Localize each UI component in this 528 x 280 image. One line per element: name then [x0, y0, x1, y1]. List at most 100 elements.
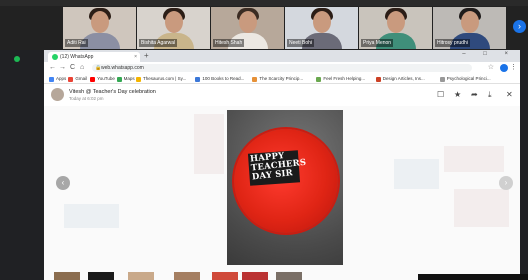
participant-name: Hitesh Shah [213, 39, 245, 47]
participant-strip: Aditi Rai Bishita Agarwal Hitesh Shah Ne… [0, 0, 528, 50]
profile-avatar[interactable] [500, 64, 508, 72]
participant-name: Aditi Rai [65, 39, 88, 47]
bookmark-label: Design Articles, Ins... [382, 76, 425, 81]
media-thumbnail[interactable] [174, 272, 200, 280]
bookmark-icon [439, 77, 445, 82]
screen: Aditi Rai Bishita Agarwal Hitesh Shah Ne… [0, 0, 528, 280]
bookmark-icon [68, 77, 74, 82]
self-view [418, 274, 528, 280]
caption-icon[interactable]: ☐ [437, 90, 444, 99]
bookmark-item[interactable]: The Scarcity Princip... [252, 75, 303, 83]
bookmark-label: Maps [123, 76, 135, 81]
bookmark-item[interactable]: 100 Books to Read... [195, 75, 244, 83]
bookmark-label: Thesaurus.com | Sy... [143, 76, 187, 81]
media-thumbnail[interactable] [242, 272, 268, 280]
bookmark-item[interactable]: Maps [116, 75, 135, 83]
home-icon[interactable]: ⌂ [80, 64, 84, 71]
bookmark-star-icon[interactable]: ☆ [488, 63, 494, 71]
participant-face [90, 11, 109, 33]
reload-icon[interactable]: C [70, 64, 75, 71]
participant-face [164, 11, 183, 33]
participant-tile[interactable]: Bishita Agarwal [137, 7, 210, 49]
forward-icon[interactable]: ➦ [471, 90, 478, 99]
background-blur [394, 159, 439, 189]
tab-close-icon[interactable]: × [134, 52, 137, 62]
bookmark-icon [316, 77, 322, 82]
back-icon[interactable]: ← [49, 64, 56, 71]
background-blur [194, 114, 224, 174]
next-media-button[interactable]: › [499, 176, 513, 190]
media-thumbnail[interactable] [128, 272, 154, 280]
bookmark-item[interactable]: Feel Fresh Helping... [316, 75, 365, 83]
participant-tile[interactable]: Hitrosy prudhi [433, 7, 506, 49]
star-icon[interactable]: ★ [454, 90, 461, 99]
bookmark-label: Feel Fresh Helping... [323, 76, 366, 81]
bookmark-icon [116, 77, 122, 82]
participant-face [238, 11, 257, 33]
media-thumbnail[interactable] [88, 272, 114, 280]
participant-face [312, 11, 331, 33]
bookmark-item[interactable]: Apps [49, 75, 66, 83]
bookmark-icon [49, 77, 54, 82]
lock-icon: 🔒 [95, 65, 102, 71]
bookmark-icon [195, 77, 201, 82]
background-blur [454, 189, 509, 227]
bookmark-label: 100 Books to Read... [202, 76, 245, 81]
participant-tile[interactable]: Aditi Rai [63, 7, 136, 49]
url-bar: ← → C ⌂ 🔒 web.whatsapp.com ☆ ⋮ [44, 62, 520, 74]
bookmark-item[interactable]: YouTube [90, 75, 115, 83]
media-thumbnail[interactable] [276, 272, 302, 280]
participant-face [460, 11, 479, 33]
bookmark-label: The Scarcity Princip... [259, 76, 304, 81]
sender-avatar[interactable] [51, 88, 64, 101]
bookmark-label: YouTube [97, 76, 115, 81]
participant-tile[interactable]: Neeti Bohi [285, 7, 358, 49]
whatsapp-icon [52, 54, 58, 60]
participant-name: Priya Menon [361, 39, 394, 47]
participant-name: Bishita Agarwal [139, 39, 178, 47]
bookmark-item[interactable]: Gmail [68, 75, 87, 83]
browser-window: (12) WhatsApp × + – □ × ← → C ⌂ 🔒 web.wh… [44, 50, 520, 280]
participant-tile[interactable]: Priya Menon [359, 7, 432, 49]
new-tab-button[interactable]: + [144, 51, 149, 60]
bookmark-icon [136, 77, 141, 82]
bookmark-item[interactable]: Psychological Princi... [439, 75, 491, 83]
media-viewer: Vitesh @ Teacher's Day celebration Today… [44, 84, 520, 280]
tab-title: (12) WhatsApp [60, 54, 94, 60]
meeting-toolbar [0, 0, 528, 6]
bookmark-label: Apps [56, 76, 67, 81]
participant-face [386, 11, 405, 33]
background-blur [64, 204, 119, 228]
more-menu-icon[interactable]: ⋮ [510, 63, 517, 71]
status-dot [14, 56, 20, 62]
bookmark-icon [90, 77, 96, 82]
participant-name: Hitrosy prudhi [435, 39, 470, 47]
tab-bar: (12) WhatsApp × + – □ × [44, 50, 520, 62]
shared-photo[interactable]: HAPPY TEACHERS DAY SIR [227, 110, 343, 265]
window-controls[interactable]: – □ × [462, 51, 516, 57]
download-icon[interactable]: ⤓ [488, 90, 492, 100]
sent-time: Today at 6:02 pm [69, 96, 104, 101]
bookmark-label: Gmail [75, 76, 88, 81]
media-thumbnail[interactable] [212, 272, 238, 280]
sender-name: Vitesh @ Teacher's Day celebration [69, 89, 156, 95]
bookmark-item[interactable]: Thesaurus.com | Sy... [136, 75, 186, 83]
background-blur [444, 146, 504, 172]
bookmark-item[interactable]: Design Articles, Ins... [375, 75, 425, 83]
close-icon[interactable]: ✕ [506, 90, 513, 99]
previous-media-button[interactable]: ‹ [56, 176, 70, 190]
participant-tile[interactable]: Hitesh Shah [211, 7, 284, 49]
address-text: web.whatsapp.com [101, 65, 144, 71]
media-viewer-header: Vitesh @ Teacher's Day celebration Today… [44, 84, 520, 106]
participant-name: Neeti Bohi [287, 39, 315, 47]
address-input[interactable]: 🔒 web.whatsapp.com [92, 64, 472, 72]
bookmarks-bar: Apps Gmail YouTube Maps Thesaurus.com | Sy..… [44, 74, 520, 84]
forward-icon[interactable]: → [59, 64, 66, 71]
plaque-text: HAPPY TEACHERS DAY SIR [250, 151, 307, 182]
bookmark-icon [375, 77, 381, 82]
tab-whatsapp[interactable]: (12) WhatsApp × [48, 52, 140, 62]
bookmark-icon [252, 77, 258, 82]
bookmark-label: Psychological Princi... [446, 76, 491, 81]
chevron-right-icon[interactable]: › [513, 20, 526, 33]
media-thumbnail[interactable] [54, 272, 80, 280]
